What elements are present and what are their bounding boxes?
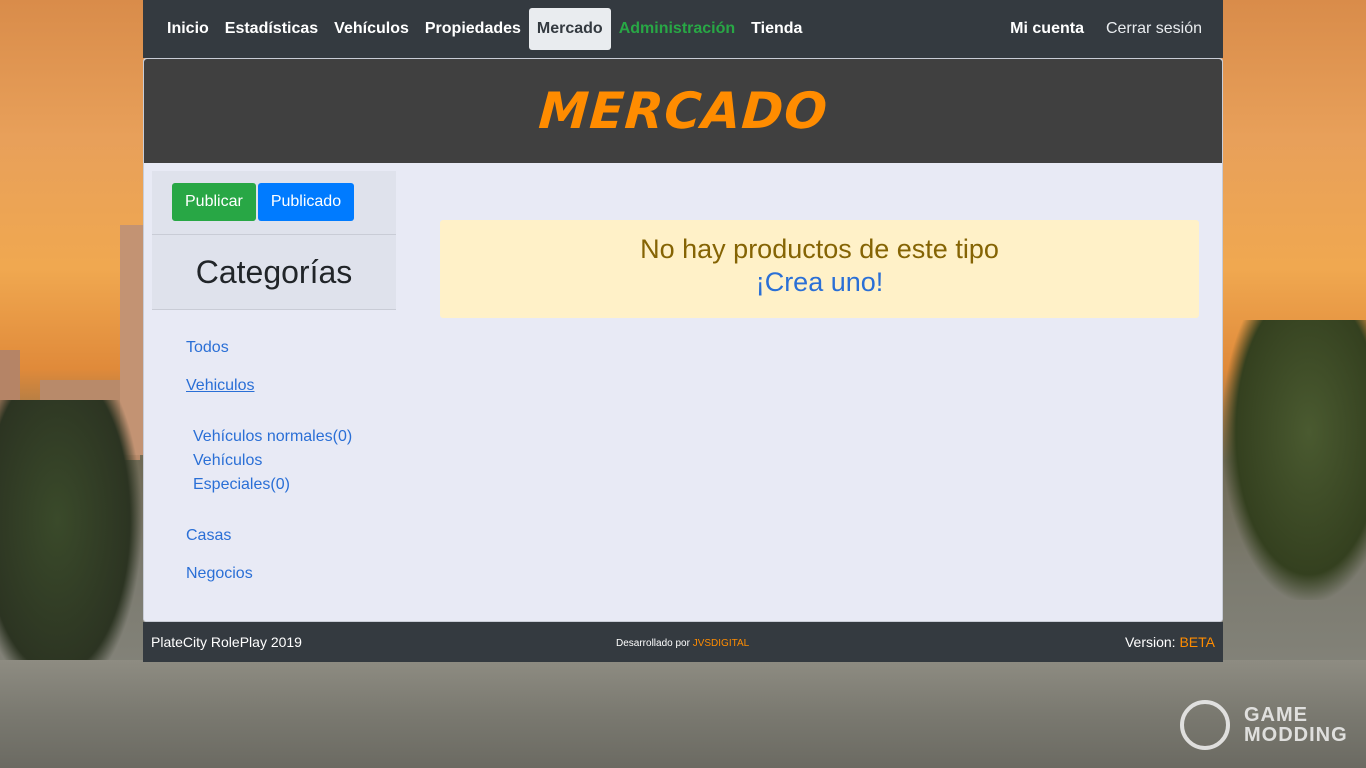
page-footer: PlateCity RolePlay 2019 Desarrollado por… [143,622,1223,662]
my-account-link[interactable]: Mi cuenta [999,20,1095,38]
page-title: MERCADO [536,82,830,140]
category-link-negocios[interactable]: Negocios [186,565,253,583]
watermark-line1: GAME [1244,704,1308,726]
footer-version-value: BETA [1179,634,1215,650]
category-link-casas[interactable]: Casas [186,527,231,545]
categories-title: Categorías [195,253,353,290]
gear-icon [1180,700,1230,750]
footer-developer: Desarrollado por JVSDIGITAL [616,638,749,649]
main-panel: MERCADO Publicar Publicado Categorías Tod… [143,58,1223,622]
publish-button[interactable]: Publicar [172,183,256,221]
page-header: MERCADO [144,59,1222,163]
logout-link[interactable]: Cerrar sesión [1095,20,1202,38]
background-trees [0,400,143,700]
sidebar-actions: Publicar Publicado [152,171,396,235]
empty-message: No hay productos de este tipo [640,234,999,264]
nav-item-propiedades[interactable]: Propiedades [417,8,529,50]
category-link-vehiculos[interactable]: Vehiculos [186,377,255,395]
watermark-text: GAME MODDING [1244,705,1348,745]
footer-dev-brand-link[interactable]: JVSDIGITAL [693,638,750,649]
nav-item-estadisticas[interactable]: Estadísticas [217,8,326,50]
footer-version-label: Version: [1124,634,1176,650]
nav-item-mercado[interactable]: Mercado [528,8,611,50]
published-button[interactable]: Publicado [257,183,355,221]
watermark-line2: MODDING [1244,724,1348,746]
nav-item-administracion[interactable]: Administración [611,8,743,50]
category-link-todos[interactable]: Todos [186,339,229,357]
footer-copyright: PlateCity RolePlay 2019 [151,634,302,650]
create-product-link[interactable]: ¡Crea uno! [440,267,1199,298]
background-ground [0,660,1366,768]
categories-header: Categorías [152,235,396,310]
footer-dev-prefix: Desarrollado por [616,638,690,649]
sidebar: Publicar Publicado Categorías Todos Vehic… [152,171,396,582]
background-trees [1223,320,1366,600]
subcategory-link-especiales[interactable]: Especiales(0) [193,476,290,494]
nav-item-vehiculos[interactable]: Vehículos [326,8,417,50]
footer-version: Version: BETA [1125,634,1215,650]
empty-products-alert: No hay productos de este tipo ¡Crea uno! [440,220,1199,318]
subcategory-link-normales[interactable]: Vehículos normales(0) [193,428,352,446]
nav-item-inicio[interactable]: Inicio [159,8,217,50]
top-navbar: Inicio Estadísticas Vehículos Propiedade… [143,0,1223,58]
nav-account-area: Mi cuenta Cerrar sesión [999,20,1202,38]
subcategory-link-vehiculos[interactable]: Vehículos [193,452,262,470]
watermark-logo: GAME MODDING [1180,700,1348,750]
nav-item-tienda[interactable]: Tienda [743,8,810,50]
nav-menu: Inicio Estadísticas Vehículos Propiedade… [159,8,810,50]
